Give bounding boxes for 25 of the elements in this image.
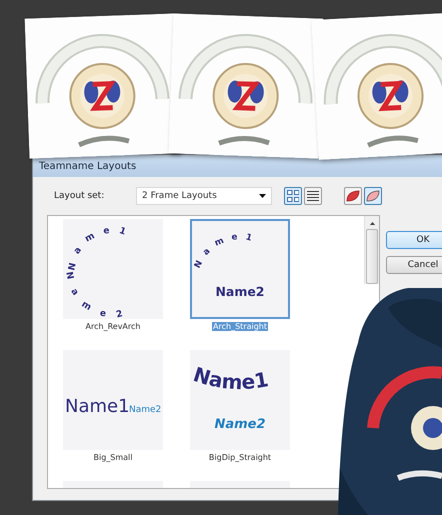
grid-view-button[interactable] [284, 187, 302, 205]
layout-thumbnail[interactable]: Name1 Name2 [190, 350, 290, 450]
layout-set-dropdown[interactable]: 2 Frame Layouts [136, 187, 272, 205]
leaf-button[interactable] [364, 187, 382, 205]
layout-set-label: Layout set: [53, 191, 106, 201]
preview-text: Name2 [129, 405, 162, 415]
layout-thumbnail[interactable] [190, 481, 290, 488]
layout-name: Big_Small [92, 453, 134, 462]
layout-name: BigDip_Straight [208, 453, 272, 462]
preview-text: Name1 [190, 362, 270, 394]
ok-button[interactable]: OK [386, 231, 442, 249]
layout-thumbnail[interactable] [63, 481, 163, 488]
caret-icon [259, 194, 266, 198]
layout-thumbnail[interactable]: Name1Name2 [63, 350, 163, 450]
scroll-up-icon[interactable] [368, 222, 376, 226]
preview-text: Name2 [214, 417, 266, 432]
layout-name: Arch_Straight [212, 322, 268, 331]
window-title: Teamname Layouts [39, 160, 136, 172]
layout-name: Arch_RevArch [84, 322, 142, 331]
cancel-button[interactable]: Cancel [386, 256, 442, 274]
preview-text: Name1 [65, 396, 130, 417]
scrollbar[interactable] [364, 216, 379, 284]
list-view-button[interactable] [304, 187, 322, 205]
leaf-button[interactable] [344, 187, 362, 205]
preview-text: Name2 [216, 284, 264, 299]
